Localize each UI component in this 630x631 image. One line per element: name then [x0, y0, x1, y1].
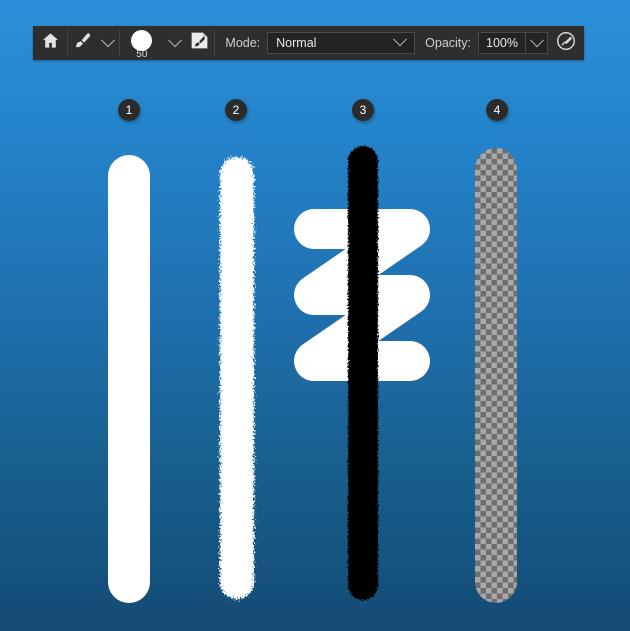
- brush-preset-icon: [189, 30, 210, 56]
- stroke-badge-1: 1: [118, 99, 140, 121]
- stroke-eraser-transparency: [475, 148, 517, 603]
- brush-size-value: 50: [136, 49, 148, 60]
- airbrush-icon: [555, 30, 577, 57]
- stroke-badge-4: 4: [486, 99, 508, 121]
- brush-tool-button[interactable]: [68, 26, 97, 60]
- stroke-badge-2: 2: [225, 99, 247, 121]
- stroke-black-bar: [345, 142, 381, 604]
- paint-canvas: 50 Mode: Normal Opacity: 100% 1 2 3 4: [0, 0, 630, 631]
- paintbrush-icon: [73, 31, 93, 56]
- chevron-down-icon: [393, 32, 408, 47]
- opacity-dropdown-button[interactable]: [526, 32, 549, 54]
- stroke-rough-white: [216, 152, 258, 604]
- brush-tool-dropdown-button[interactable]: [97, 26, 118, 60]
- opacity-input[interactable]: 100%: [478, 32, 527, 54]
- brush-preset-button[interactable]: [185, 26, 214, 60]
- mode-label: Mode:: [225, 36, 261, 50]
- home-button[interactable]: [33, 26, 67, 60]
- opacity-label: Opacity:: [425, 36, 472, 50]
- chevron-down-icon: [101, 33, 116, 48]
- mode-control: Mode: Normal: [215, 26, 416, 60]
- home-icon: [41, 31, 60, 55]
- brush-size-preview: [131, 30, 153, 51]
- brush-size-dropdown-button[interactable]: [164, 26, 185, 60]
- stroke-badge-3: 3: [352, 99, 374, 121]
- airbrush-toggle-button[interactable]: [548, 26, 584, 60]
- mode-selected-value: Normal: [276, 36, 317, 50]
- stroke-solid-white: [108, 155, 150, 603]
- opacity-control: Opacity: 100%: [415, 26, 549, 60]
- brush-size-control[interactable]: 50: [120, 26, 164, 60]
- chevron-down-icon: [529, 33, 544, 48]
- chevron-down-icon: [167, 33, 182, 48]
- opacity-value-text: 100%: [486, 36, 518, 50]
- mode-select[interactable]: Normal: [267, 32, 416, 54]
- brush-options-toolbar: 50 Mode: Normal Opacity: 100%: [33, 26, 584, 60]
